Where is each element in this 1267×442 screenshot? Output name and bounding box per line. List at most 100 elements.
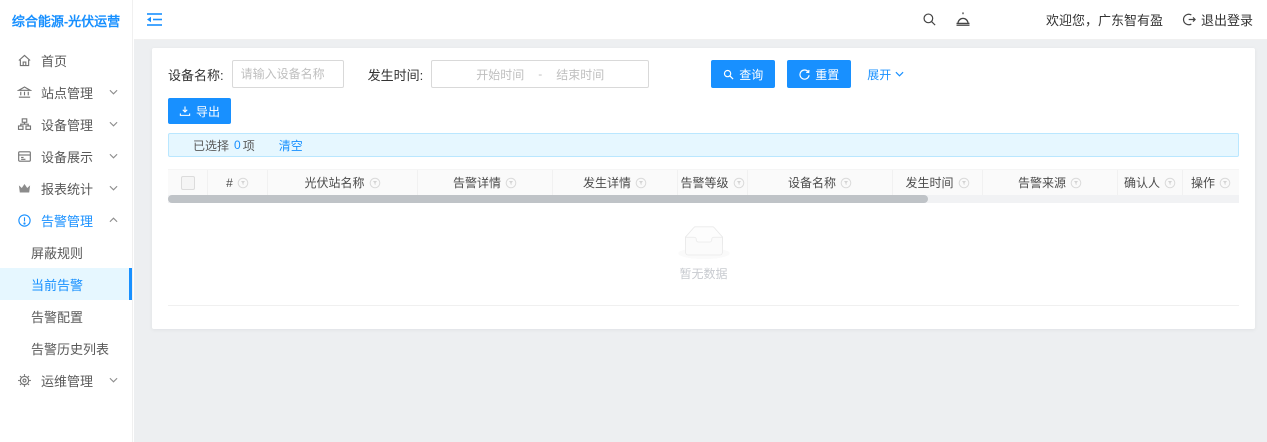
welcome-text: 欢迎您，广东智有盈	[1046, 10, 1163, 29]
sidebar-item-home[interactable]: 首页	[0, 44, 132, 76]
search-icon	[723, 69, 734, 80]
alert-circle-icon	[17, 213, 32, 228]
range-separator: -	[538, 67, 542, 81]
sidebar-subitem-shield-rules[interactable]: 屏蔽规则	[0, 236, 132, 268]
chevron-up-icon	[109, 217, 118, 223]
search-icon[interactable]	[922, 12, 937, 27]
sidebar-item-alarm-management[interactable]: 告警管理	[0, 204, 132, 236]
column-filter-icon[interactable]	[237, 177, 249, 189]
chevron-down-icon	[895, 71, 904, 77]
chevron-down-icon	[109, 121, 118, 127]
column-filter-icon[interactable]	[958, 177, 970, 189]
top-header: 欢迎您，广东智有盈 退出登录	[134, 0, 1267, 40]
sidebar-subitem-alarm-history[interactable]: 告警历史列表	[0, 332, 132, 364]
sidebar-subitem-current-alarms[interactable]: 当前告警	[0, 268, 132, 300]
sidebar-item-label: 运维管理	[41, 371, 109, 390]
column-filter-icon[interactable]	[840, 177, 852, 189]
end-time-placeholder: 结束时间	[556, 66, 604, 83]
selected-suffix: 项	[243, 137, 255, 154]
home-icon	[17, 53, 32, 68]
empty-text: 暂无数据	[679, 265, 727, 282]
sidebar-menu: 首页 站点管理	[0, 40, 132, 396]
column-filter-icon[interactable]	[505, 177, 517, 189]
column-filter-icon[interactable]	[1070, 177, 1082, 189]
sidebar-item-device-display[interactable]: 设备展示	[0, 140, 132, 172]
table-header-select	[168, 170, 208, 195]
column-header-index[interactable]: #	[208, 170, 268, 195]
filter-actions: 查询 重置 展开	[711, 60, 904, 88]
column-header-alarm-detail[interactable]: 告警详情	[418, 170, 553, 195]
table-empty-state: 暂无数据	[168, 203, 1239, 306]
expand-toggle[interactable]: 展开	[867, 66, 904, 83]
select-all-checkbox[interactable]	[181, 176, 195, 190]
sidebar-subitem-label: 屏蔽规则	[31, 243, 83, 262]
column-filter-icon[interactable]	[635, 177, 647, 189]
app-window: 综合能源-光伏运营 首页 站点管理	[0, 0, 1267, 442]
device-name-label: 设备名称:	[168, 65, 224, 84]
column-header-actions[interactable]: 操作	[1183, 170, 1239, 195]
sidebar-item-device-management[interactable]: 设备管理	[0, 108, 132, 140]
download-icon	[179, 105, 191, 117]
sidebar-item-label: 站点管理	[41, 83, 109, 102]
chevron-down-icon	[109, 377, 118, 383]
main-content: 设备名称: 发生时间: 开始时间 - 结束时间 查询	[134, 40, 1267, 442]
selected-count: 0	[234, 138, 241, 152]
device-name-input[interactable]	[232, 60, 344, 88]
table-toolbar: 导出	[168, 98, 1239, 124]
occur-time-label: 发生时间:	[368, 65, 424, 84]
sidebar-subitem-label: 当前告警	[31, 275, 83, 294]
sidebar-item-label: 设备展示	[41, 147, 109, 166]
sidebar-item-label: 首页	[41, 51, 118, 70]
clear-selection-link[interactable]: 清空	[279, 137, 303, 154]
column-header-confirmer[interactable]: 确认人	[1118, 170, 1183, 195]
sidebar-item-label: 报表统计	[41, 179, 109, 198]
alarms-table: # 光伏站名称 告警详情	[168, 169, 1239, 306]
column-header-alarm-source[interactable]: 告警来源	[983, 170, 1118, 195]
selection-info-bar: 已选择 0 项 清空	[168, 133, 1239, 157]
sidebar-item-site-management[interactable]: 站点管理	[0, 76, 132, 108]
sidebar: 综合能源-光伏运营 首页 站点管理	[0, 0, 133, 442]
filter-bar: 设备名称: 发生时间: 开始时间 - 结束时间 查询	[168, 60, 1239, 88]
display-icon	[17, 149, 32, 164]
column-header-station-name[interactable]: 光伏站名称	[268, 170, 418, 195]
horizontal-scrollbar-thumb[interactable]	[168, 195, 928, 203]
gear-icon	[17, 373, 32, 388]
alarm-bell-icon[interactable]	[954, 11, 972, 28]
column-filter-icon[interactable]	[1164, 177, 1176, 189]
column-header-device-name[interactable]: 设备名称	[748, 170, 893, 195]
content-card: 设备名称: 发生时间: 开始时间 - 结束时间 查询	[152, 48, 1255, 329]
column-filter-icon[interactable]	[369, 177, 381, 189]
time-range-picker[interactable]: 开始时间 - 结束时间	[431, 60, 649, 88]
menu-fold-icon[interactable]	[146, 12, 163, 27]
sidebar-item-ops-management[interactable]: 运维管理	[0, 364, 132, 396]
sidebar-item-label: 设备管理	[41, 115, 109, 134]
chevron-down-icon	[109, 89, 118, 95]
sidebar-subitem-alarm-config[interactable]: 告警配置	[0, 300, 132, 332]
horizontal-scrollbar-track[interactable]	[168, 195, 1239, 203]
report-icon	[17, 181, 32, 196]
logout-icon	[1181, 12, 1196, 27]
sidebar-subitem-label: 告警配置	[31, 307, 83, 326]
start-time-placeholder: 开始时间	[476, 66, 524, 83]
table-header-row: # 光伏站名称 告警详情	[168, 169, 1239, 195]
selected-prefix: 已选择	[193, 137, 229, 154]
export-button[interactable]: 导出	[168, 98, 231, 124]
chevron-down-icon	[109, 185, 118, 191]
app-logo: 综合能源-光伏运营	[0, 0, 132, 40]
refresh-icon	[799, 69, 810, 80]
column-header-occur-detail[interactable]: 发生详情	[553, 170, 678, 195]
column-filter-icon[interactable]	[1219, 177, 1231, 189]
query-button[interactable]: 查询	[711, 60, 775, 88]
column-header-occur-time[interactable]: 发生时间	[893, 170, 983, 195]
apartment-icon	[17, 117, 32, 132]
sidebar-item-label: 告警管理	[41, 211, 109, 230]
chevron-down-icon	[109, 153, 118, 159]
sidebar-item-report-statistics[interactable]: 报表统计	[0, 172, 132, 204]
reset-button[interactable]: 重置	[787, 60, 851, 88]
logout-button[interactable]: 退出登录	[1181, 10, 1253, 29]
bank-icon	[17, 85, 32, 100]
column-header-alarm-level[interactable]: 告警等级	[678, 170, 748, 195]
logout-label: 退出登录	[1201, 10, 1253, 29]
column-filter-icon[interactable]	[733, 177, 745, 189]
empty-box-icon	[678, 226, 730, 259]
